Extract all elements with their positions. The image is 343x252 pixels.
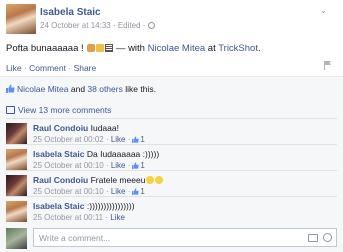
chevron-down-icon[interactable]: ⌄	[320, 6, 329, 15]
commenter-avatar[interactable]	[6, 149, 27, 170]
post-body-text: Pofta bunaaaaaa !	[6, 43, 87, 54]
at-text: at	[205, 43, 219, 54]
fries-emoji-icon	[95, 44, 104, 52]
post-meta: 24 October at 14:33 · Edited ·	[40, 21, 156, 30]
comment-item: Isabela Staic :)))))))))))))))) 25 Octob…	[6, 196, 337, 223]
write-comment-row: Write a comment...	[6, 228, 337, 249]
globe-icon[interactable]	[148, 22, 156, 29]
like-button[interactable]: Like	[6, 63, 22, 73]
comment-text: Iudaaa!	[88, 123, 119, 133]
view-more-comments[interactable]: View 13 more comments	[6, 105, 111, 115]
commenter-avatar[interactable]	[6, 201, 27, 222]
comment-item: Raul Condoiu Iudaaa! 25 October at 00:02…	[6, 118, 337, 145]
comment-like-button[interactable]: Like	[111, 135, 126, 144]
comment-bubble-icon	[6, 106, 15, 114]
comment-like-count[interactable]: 1	[140, 135, 144, 144]
post-header: Isabela Staic 24 October at 14:33 · Edit…	[6, 4, 337, 38]
comment-placeholder: Write a comment...	[39, 233, 111, 243]
comment-body: Isabela Staic Da Iudaaaaaa :)))))	[33, 149, 159, 159]
comment-text: Fratele meeeu	[88, 175, 146, 185]
post-author-name[interactable]: Isabela Staic	[40, 7, 101, 18]
comments-section: View 13 more comments Raul Condoiu Iudaa…	[0, 98, 343, 252]
comment-timestamp[interactable]: 25 October at 00:02	[33, 135, 104, 144]
thumbs-up-icon	[132, 188, 140, 195]
like-this-text: like this.	[122, 84, 156, 94]
commenter-name[interactable]: Raul Condoiu	[33, 123, 88, 133]
place-link[interactable]: TrickShot	[218, 43, 258, 54]
comment-meta: 25 October at 00:10 · Like · 1	[33, 187, 145, 196]
view-more-comments-link[interactable]: View 13 more comments	[18, 105, 111, 115]
placeholder-emoji-icon	[104, 44, 113, 52]
liker-link[interactable]: Nicolae Mitea	[17, 84, 69, 94]
comment-body: Raul Condoiu Iudaaa!	[33, 123, 119, 133]
comment-like-button[interactable]: Like	[110, 213, 125, 222]
smiley-emoji-icon	[146, 176, 155, 184]
others-likes-link[interactable]: 38 others	[87, 84, 122, 94]
comment-like-button[interactable]: Like	[111, 187, 126, 196]
post-text: Pofta bunaaaaaa ! — with Nicolae Mitea a…	[6, 43, 261, 54]
commenter-name[interactable]: Isabela Staic	[33, 149, 85, 159]
thumbs-up-icon	[132, 136, 140, 143]
likes-summary: Nicolae Mitea and 38 others like this.	[6, 84, 156, 94]
with-text: — with	[113, 43, 148, 54]
comment-timestamp[interactable]: 25 October at 00:10	[33, 187, 104, 196]
comment-button[interactable]: Comment	[29, 63, 66, 73]
emoticon-icon[interactable]	[323, 233, 332, 242]
camera-icon[interactable]	[308, 234, 318, 242]
and-text: and	[68, 84, 88, 94]
comment-input[interactable]: Write a comment...	[33, 228, 337, 247]
comment-item: Raul Condoiu Fratele meeeu 25 October at…	[6, 170, 337, 197]
period-text: .	[257, 43, 261, 54]
comment-item: Isabela Staic Da Iudaaaaaa :))))) 25 Oct…	[6, 144, 337, 171]
comment-meta: 25 October at 00:10 · Like · 1	[33, 161, 145, 170]
comment-like-count[interactable]: 1	[140, 161, 144, 170]
commenter-avatar[interactable]	[6, 175, 27, 196]
comment-text: :))))))))))))))))	[84, 201, 135, 211]
comment-timestamp[interactable]: 25 October at 00:11	[33, 213, 103, 222]
comment-body: Isabela Staic :))))))))))))))))	[33, 201, 135, 211]
cake-emoji-icon	[86, 44, 95, 52]
flag-icon[interactable]	[324, 61, 331, 70]
share-button[interactable]: Share	[74, 63, 97, 73]
comment-meta: 25 October at 00:11 · Like	[33, 213, 125, 222]
thumbs-up-icon	[132, 162, 140, 169]
comment-text: Da Iudaaaaaa :)))))	[84, 149, 160, 159]
comment-meta: 25 October at 00:02 · Like · 1	[33, 135, 145, 144]
comment-like-count[interactable]: 1	[140, 187, 144, 196]
separator: ·	[66, 63, 74, 73]
comment-like-button[interactable]: Like	[111, 161, 126, 170]
commenter-name[interactable]: Raul Condoiu	[33, 175, 88, 185]
author-avatar[interactable]	[6, 4, 36, 34]
likes-summary-bar: Nicolae Mitea and 38 others like this.	[0, 76, 343, 100]
post-timestamp[interactable]: 24 October at 14:33 · Edited ·	[40, 21, 145, 30]
commenter-avatar[interactable]	[6, 123, 27, 144]
comment-timestamp[interactable]: 25 October at 00:10	[33, 161, 104, 170]
current-user-avatar	[6, 228, 27, 249]
thumbs-up-icon	[6, 84, 15, 93]
post-actions: Like · Comment · Share	[6, 63, 96, 73]
smiley-emoji-icon	[155, 176, 164, 184]
tagged-friend-link[interactable]: Nicolae Mitea	[148, 43, 206, 54]
comment-body: Raul Condoiu Fratele meeeu	[33, 175, 164, 185]
commenter-name[interactable]: Isabela Staic	[33, 201, 85, 211]
